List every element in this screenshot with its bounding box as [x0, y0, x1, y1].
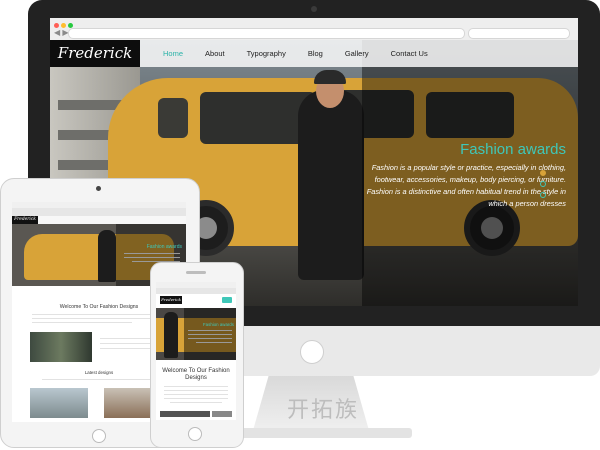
tablet-model-image — [98, 230, 116, 282]
phone-model-image — [164, 312, 178, 358]
nav-item-blog[interactable]: Blog — [297, 40, 334, 67]
tablet-browser-bar — [12, 208, 186, 216]
site-logo[interactable]: Frederick — [50, 40, 140, 67]
tablet-camera-icon — [96, 186, 101, 191]
phone-hero-image: Fashion awards — [156, 308, 236, 360]
phone-site-logo[interactable]: Frederick — [160, 296, 182, 304]
phone-welcome-heading: Welcome To Our Fashion Designs — [162, 368, 230, 381]
phone-website-view: Frederick Fashion awards Welcome To Our … — [156, 282, 236, 420]
phone-hero-text-line — [188, 338, 232, 340]
slider-dot-active[interactable] — [540, 170, 546, 176]
phone-email-field[interactable] — [160, 411, 210, 417]
tablet-hero-title: Fashion awards — [146, 244, 182, 250]
model-person-image — [298, 90, 364, 280]
tablet-latest-image[interactable] — [30, 388, 88, 418]
phone-subscribe-button[interactable] — [212, 411, 232, 417]
browser-toolbar: ◀ ▶ — [50, 18, 578, 41]
tablet-paragraph-line — [100, 348, 152, 350]
hero-description: Fashion is a popular style or practice, … — [366, 163, 566, 208]
nav-item-about[interactable]: About — [194, 40, 236, 67]
hamburger-menu-icon[interactable] — [222, 297, 232, 303]
back-forward-arrows-icon[interactable]: ◀ ▶ — [54, 28, 69, 38]
tablet-home-button-icon[interactable] — [92, 429, 106, 443]
main-navigation: Home About Typography Blog Gallery Conta… — [152, 40, 439, 67]
phone-paragraph-line — [164, 394, 228, 396]
tablet-hero-text-line — [124, 253, 180, 255]
nav-item-contact-us[interactable]: Contact Us — [380, 40, 439, 67]
address-bar[interactable] — [68, 28, 465, 39]
tablet-paragraph-line — [32, 314, 166, 316]
phone-hero-text-line — [188, 330, 232, 332]
power-button-icon[interactable] — [300, 340, 324, 364]
monitor-stand-base — [236, 428, 412, 438]
browser-search-field[interactable] — [468, 28, 570, 39]
phone-hero-title: Fashion awards — [203, 322, 234, 327]
camera-icon — [311, 6, 317, 12]
tablet-hero-text-line — [124, 257, 180, 259]
tablet-paragraph-line — [42, 379, 156, 381]
tablet-paragraph-line — [32, 318, 166, 320]
tablet-site-logo[interactable]: Frederick — [12, 216, 38, 224]
tablet-paragraph-line — [32, 322, 132, 324]
phone-paragraph-line — [164, 398, 228, 400]
nav-item-gallery[interactable]: Gallery — [334, 40, 380, 67]
phone-paragraph-line — [170, 402, 222, 404]
hero-title: Fashion awards — [460, 141, 566, 158]
tablet-site-header — [12, 216, 186, 224]
slider-dot[interactable] — [540, 192, 546, 198]
nav-item-typography[interactable]: Typography — [236, 40, 297, 67]
tablet-feature-image — [30, 332, 92, 362]
phone-paragraph-line — [164, 386, 228, 388]
watermark-text: 开拓族 — [286, 398, 359, 423]
phone-paragraph-line — [164, 390, 228, 392]
nav-item-home[interactable]: Home — [152, 40, 194, 67]
phone-speaker-icon — [186, 271, 206, 274]
model-beanie — [314, 70, 346, 84]
phone-hero-text-line — [188, 334, 232, 336]
phone-browser-bar — [156, 288, 236, 294]
phone-hero-text-line — [196, 342, 232, 344]
slider-dot[interactable] — [540, 181, 546, 187]
phone-home-button-icon[interactable] — [188, 427, 202, 441]
van-vent — [158, 98, 188, 138]
